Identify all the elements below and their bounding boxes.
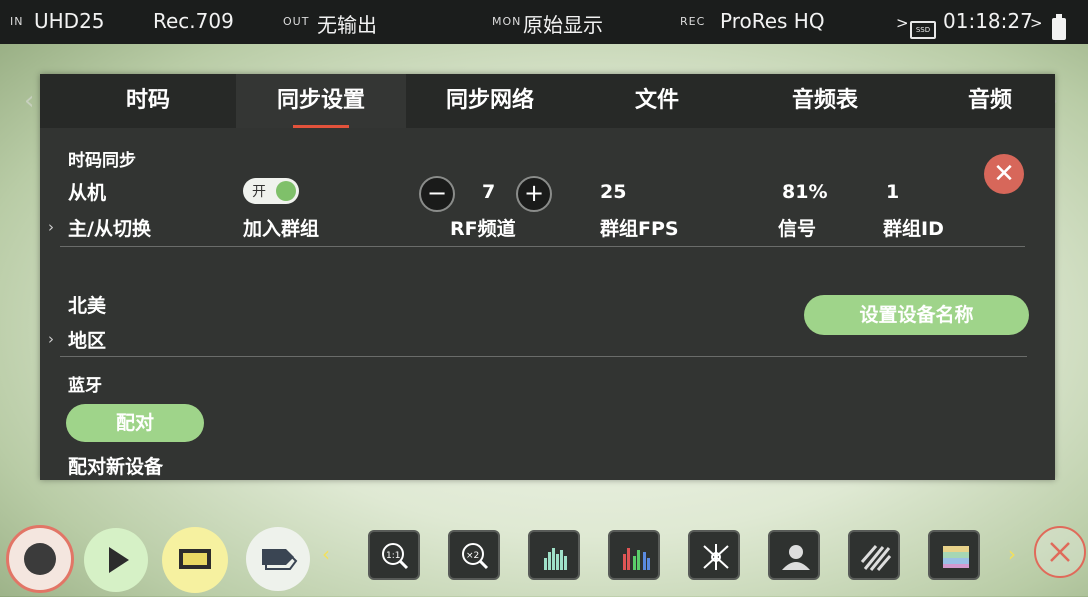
ssd-icon[interactable]: SSD bbox=[910, 21, 936, 39]
rgb-parade-button[interactable] bbox=[608, 530, 660, 580]
region-label[interactable]: 地区 bbox=[68, 326, 106, 353]
record-format[interactable]: ProRes HQ bbox=[720, 9, 825, 33]
role-switch-label[interactable]: 主/从切换 bbox=[68, 214, 151, 241]
tab-sync-settings[interactable]: 同步设置 bbox=[236, 74, 406, 128]
settings-panel: 时码 同步设置 同步网络 文件 音频表 音频 时码同步 从机 › 主/从切换 开… bbox=[40, 74, 1055, 480]
zoom-1to1-button[interactable]: 1:1 bbox=[368, 530, 420, 580]
svg-text:×2: ×2 bbox=[466, 551, 479, 561]
tab-bar: 时码 同步设置 同步网络 文件 音频表 音频 bbox=[40, 74, 1055, 128]
zoom-1to1-icon: 1:1 bbox=[382, 543, 409, 570]
role-value[interactable]: 从机 bbox=[68, 178, 106, 205]
tab-sync-network[interactable]: 同步网络 bbox=[430, 74, 550, 128]
rf-channel-label: RF频道 bbox=[450, 218, 516, 240]
play-button[interactable] bbox=[84, 528, 148, 592]
zoom-x2-button[interactable]: ×2 bbox=[448, 530, 500, 580]
divider bbox=[60, 246, 1025, 247]
signal-label: 信号 bbox=[778, 218, 817, 240]
record-format-label: REC bbox=[680, 15, 706, 28]
waveform-button[interactable] bbox=[528, 530, 580, 580]
vectorscope-icon bbox=[703, 544, 729, 570]
record-icon bbox=[24, 543, 56, 575]
output-label: OUT bbox=[283, 15, 310, 28]
pair-button[interactable]: 配对 bbox=[66, 404, 204, 442]
close-icon[interactable]: ✕ bbox=[984, 154, 1024, 194]
section-title-timecode-sync: 时码同步 bbox=[68, 151, 136, 171]
close-icon bbox=[1050, 542, 1070, 562]
zebra-icon bbox=[860, 545, 892, 571]
timecode: 01:18:27 bbox=[943, 9, 1033, 33]
chevron-right-icon[interactable]: › bbox=[48, 218, 54, 236]
plus-icon[interactable]: + bbox=[516, 176, 552, 212]
focus-peaking-button[interactable] bbox=[768, 530, 820, 580]
group-id-label: 群组ID bbox=[883, 218, 944, 240]
divider bbox=[60, 356, 1027, 357]
tab-audio[interactable]: 音频 bbox=[950, 74, 1030, 128]
display-mode-icon bbox=[179, 549, 211, 569]
color-space[interactable]: Rec.709 bbox=[153, 9, 234, 33]
chevron-right-icon: > bbox=[1030, 14, 1043, 32]
join-group-label: 加入群组 bbox=[243, 218, 320, 240]
group-fps-label: 群组FPS bbox=[600, 218, 679, 240]
false-color-button[interactable] bbox=[928, 530, 980, 580]
rgb-parade-icon bbox=[623, 548, 650, 570]
zebra-button[interactable] bbox=[848, 530, 900, 580]
active-tab-indicator bbox=[293, 125, 349, 128]
monitor-label: MON bbox=[492, 15, 522, 28]
pair-new-device-label: 配对新设备 bbox=[68, 456, 164, 478]
tab-audio-meters[interactable]: 音频表 bbox=[775, 74, 875, 128]
chevron-right-icon: > bbox=[896, 14, 909, 32]
join-group-toggle[interactable]: 开 bbox=[243, 178, 299, 204]
display-mode-button[interactable] bbox=[162, 527, 228, 593]
close-menu-button[interactable] bbox=[1034, 526, 1086, 578]
waveform-icon bbox=[544, 548, 567, 570]
svg-text:1:1: 1:1 bbox=[386, 551, 400, 561]
chevron-right-icon[interactable]: › bbox=[1008, 542, 1016, 566]
vectorscope-button[interactable] bbox=[688, 530, 740, 580]
input-format[interactable]: UHD25 bbox=[34, 9, 105, 33]
status-bar: IN UHD25 Rec.709 OUT 无输出 MON 原始显示 REC Pr… bbox=[0, 0, 1088, 44]
tag-icon bbox=[262, 549, 298, 570]
rf-channel-value: 7 bbox=[482, 181, 496, 203]
output-value[interactable]: 无输出 bbox=[317, 9, 377, 38]
group-fps-value: 25 bbox=[600, 181, 627, 203]
chevron-left-icon[interactable]: ‹ bbox=[322, 542, 330, 566]
tab-files[interactable]: 文件 bbox=[615, 74, 699, 128]
play-icon bbox=[109, 547, 129, 573]
monitor-value[interactable]: 原始显示 bbox=[523, 9, 603, 38]
focus-peaking-icon bbox=[782, 545, 810, 570]
zoom-x2-icon: ×2 bbox=[462, 543, 489, 570]
set-device-name-button[interactable]: 设置设备名称 bbox=[804, 295, 1029, 335]
minus-icon[interactable]: − bbox=[419, 176, 455, 212]
chevron-left-icon[interactable]: ‹ bbox=[24, 86, 34, 116]
signal-value: 81% bbox=[782, 181, 828, 203]
bluetooth-title: 蓝牙 bbox=[68, 376, 102, 396]
record-button[interactable] bbox=[6, 525, 74, 593]
false-color-icon bbox=[943, 546, 969, 568]
chevron-right-icon[interactable]: › bbox=[48, 330, 54, 348]
region-value[interactable]: 北美 bbox=[68, 291, 106, 318]
toggle-knob bbox=[276, 181, 296, 201]
input-label: IN bbox=[10, 15, 24, 28]
tab-timecode[interactable]: 时码 bbox=[96, 74, 200, 128]
group-id-value: 1 bbox=[886, 181, 900, 203]
battery-icon bbox=[1052, 14, 1066, 40]
tag-button[interactable] bbox=[246, 527, 310, 591]
